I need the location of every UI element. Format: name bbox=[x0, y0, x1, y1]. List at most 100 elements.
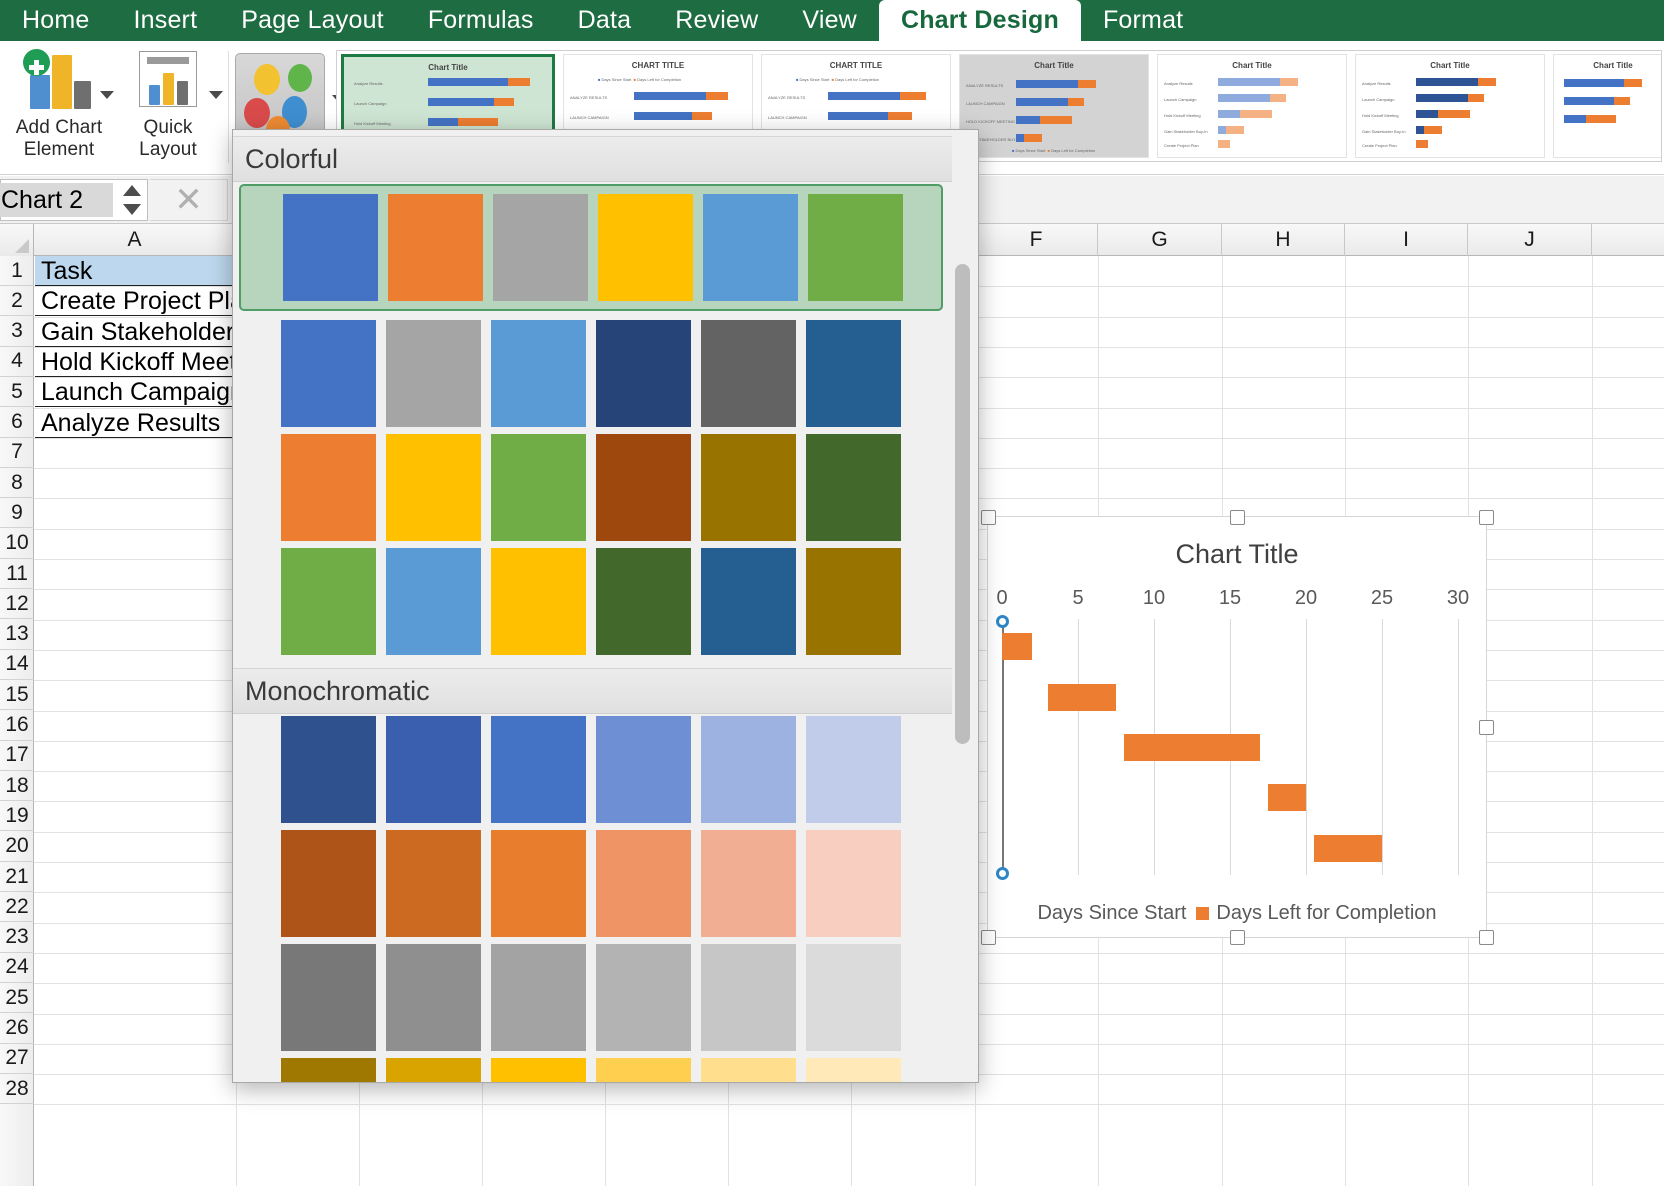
row-header-1[interactable]: 1 bbox=[0, 256, 34, 286]
chart-resize-handle[interactable] bbox=[1230, 510, 1245, 525]
ribbon-tab-review[interactable]: Review bbox=[653, 0, 780, 41]
color-swatch[interactable] bbox=[806, 830, 901, 937]
color-swatch[interactable] bbox=[281, 434, 376, 541]
color-swatch[interactable] bbox=[491, 830, 586, 937]
color-palette-row[interactable] bbox=[281, 548, 911, 655]
row-header-25[interactable]: 25 bbox=[0, 983, 34, 1013]
quick-layout-group[interactable]: Quick Layout bbox=[114, 41, 222, 175]
color-swatch[interactable] bbox=[701, 944, 796, 1051]
color-swatch[interactable] bbox=[491, 944, 586, 1051]
chart-resize-handle[interactable] bbox=[1479, 930, 1494, 945]
row-header-4[interactable]: 4 bbox=[0, 347, 34, 377]
ribbon-tab-view[interactable]: View bbox=[780, 0, 879, 41]
color-swatch[interactable] bbox=[386, 830, 481, 937]
color-swatch[interactable] bbox=[596, 716, 691, 823]
color-swatch[interactable] bbox=[806, 944, 901, 1051]
ribbon-tab-formulas[interactable]: Formulas bbox=[406, 0, 556, 41]
color-swatch[interactable] bbox=[281, 716, 376, 823]
row-header-6[interactable]: 6 bbox=[0, 408, 34, 438]
color-swatch[interactable] bbox=[806, 320, 901, 427]
name-box[interactable]: Chart 2 bbox=[0, 179, 148, 221]
row-header-11[interactable]: 11 bbox=[0, 559, 34, 589]
name-box-value[interactable]: Chart 2 bbox=[0, 183, 113, 217]
color-palette-row[interactable] bbox=[281, 434, 911, 541]
row-header-17[interactable]: 17 bbox=[0, 741, 34, 771]
row-header-12[interactable]: 12 bbox=[0, 589, 34, 619]
color-swatch[interactable] bbox=[596, 1058, 691, 1083]
color-swatch[interactable] bbox=[596, 944, 691, 1051]
chart-resize-handle[interactable] bbox=[981, 510, 996, 525]
row-header-2[interactable]: 2 bbox=[0, 286, 34, 316]
color-swatch[interactable] bbox=[596, 320, 691, 427]
ribbon-tab-home[interactable]: Home bbox=[0, 0, 112, 41]
row-header-8[interactable]: 8 bbox=[0, 468, 34, 498]
color-swatch[interactable] bbox=[806, 1058, 901, 1083]
row-header-23[interactable]: 23 bbox=[0, 923, 34, 953]
panel-scrollbar-track[interactable] bbox=[958, 136, 974, 760]
panel-scrollbar-thumb[interactable] bbox=[955, 264, 970, 744]
row-header-10[interactable]: 10 bbox=[0, 529, 34, 559]
row-header-28[interactable]: 28 bbox=[0, 1074, 34, 1104]
add-chart-element-group[interactable]: Add Chart Element bbox=[4, 41, 114, 175]
cell-A1[interactable]: Task bbox=[35, 256, 236, 286]
cell-A5[interactable]: Launch Campaign bbox=[35, 377, 236, 407]
cell-A6[interactable]: Analyze Results bbox=[35, 408, 236, 438]
column-header-A[interactable]: A bbox=[34, 224, 236, 256]
ribbon-tab-chart-design[interactable]: Chart Design bbox=[879, 0, 1081, 41]
color-swatch[interactable] bbox=[701, 320, 796, 427]
chart-legend-item[interactable]: Days Left for Completion bbox=[1196, 902, 1436, 925]
row-header-13[interactable]: 13 bbox=[0, 620, 34, 650]
select-all-corner[interactable] bbox=[0, 224, 34, 256]
cancel-formula-button[interactable]: ✕ bbox=[150, 179, 228, 221]
row-header-7[interactable]: 7 bbox=[0, 438, 34, 468]
ribbon-tab-data[interactable]: Data bbox=[556, 0, 654, 41]
color-swatch[interactable] bbox=[491, 320, 586, 427]
color-swatch[interactable] bbox=[701, 830, 796, 937]
color-swatch[interactable] bbox=[806, 434, 901, 541]
chart-style-thumbnail[interactable]: Chart Title Analyze Results Launch Campa… bbox=[1355, 54, 1545, 158]
color-swatch[interactable] bbox=[281, 830, 376, 937]
row-header-21[interactable]: 21 bbox=[0, 862, 34, 892]
row-header-14[interactable]: 14 bbox=[0, 650, 34, 680]
color-palette-row[interactable] bbox=[281, 830, 911, 937]
color-palette-row[interactable] bbox=[281, 320, 911, 427]
row-header-19[interactable]: 19 bbox=[0, 801, 34, 831]
column-header-J[interactable]: J bbox=[1468, 224, 1592, 256]
color-swatch[interactable] bbox=[596, 434, 691, 541]
row-header-18[interactable]: 18 bbox=[0, 771, 34, 801]
chart-bar[interactable] bbox=[1002, 633, 1032, 660]
chart-bar[interactable] bbox=[1124, 734, 1261, 761]
chart-resize-handle[interactable] bbox=[1230, 930, 1245, 945]
row-header-15[interactable]: 15 bbox=[0, 680, 34, 710]
color-swatch[interactable] bbox=[386, 716, 481, 823]
axis-selection-handle[interactable] bbox=[996, 867, 1009, 880]
color-swatch[interactable] bbox=[386, 1058, 481, 1083]
row-header-20[interactable]: 20 bbox=[0, 832, 34, 862]
chart-object[interactable]: Chart Title 051015202530 Days Since Star… bbox=[987, 516, 1487, 938]
chart-legend-item[interactable]: Days Since Start bbox=[1037, 902, 1186, 925]
column-header-H[interactable]: H bbox=[1222, 224, 1345, 256]
cell-A4[interactable]: Hold Kickoff Meeting bbox=[35, 347, 236, 377]
color-swatch[interactable] bbox=[386, 434, 481, 541]
column-header-F[interactable]: F bbox=[975, 224, 1098, 256]
color-swatch[interactable] bbox=[281, 1058, 376, 1083]
chart-style-thumbnail[interactable]: Chart Title Analyze Results Launch Campa… bbox=[959, 54, 1149, 158]
row-header-24[interactable]: 24 bbox=[0, 953, 34, 983]
color-swatch[interactable] bbox=[491, 434, 586, 541]
row-header-5[interactable]: 5 bbox=[0, 377, 34, 407]
chart-plot-area[interactable]: 051015202530 bbox=[994, 589, 1468, 875]
color-swatch[interactable] bbox=[281, 944, 376, 1051]
color-swatch[interactable] bbox=[596, 548, 691, 655]
color-swatch[interactable] bbox=[491, 548, 586, 655]
color-swatch[interactable] bbox=[493, 194, 588, 301]
chart-style-thumbnail[interactable]: Chart Title bbox=[1553, 54, 1662, 158]
spinner-up-icon[interactable] bbox=[123, 185, 141, 196]
chart-bar[interactable] bbox=[1268, 784, 1306, 811]
color-swatch[interactable] bbox=[701, 716, 796, 823]
color-palette-row[interactable] bbox=[239, 184, 943, 311]
name-box-spinner[interactable] bbox=[113, 179, 147, 221]
color-swatch[interactable] bbox=[701, 548, 796, 655]
column-header-G[interactable]: G bbox=[1098, 224, 1222, 256]
column-header-I[interactable]: I bbox=[1345, 224, 1468, 256]
row-header-3[interactable]: 3 bbox=[0, 317, 34, 347]
